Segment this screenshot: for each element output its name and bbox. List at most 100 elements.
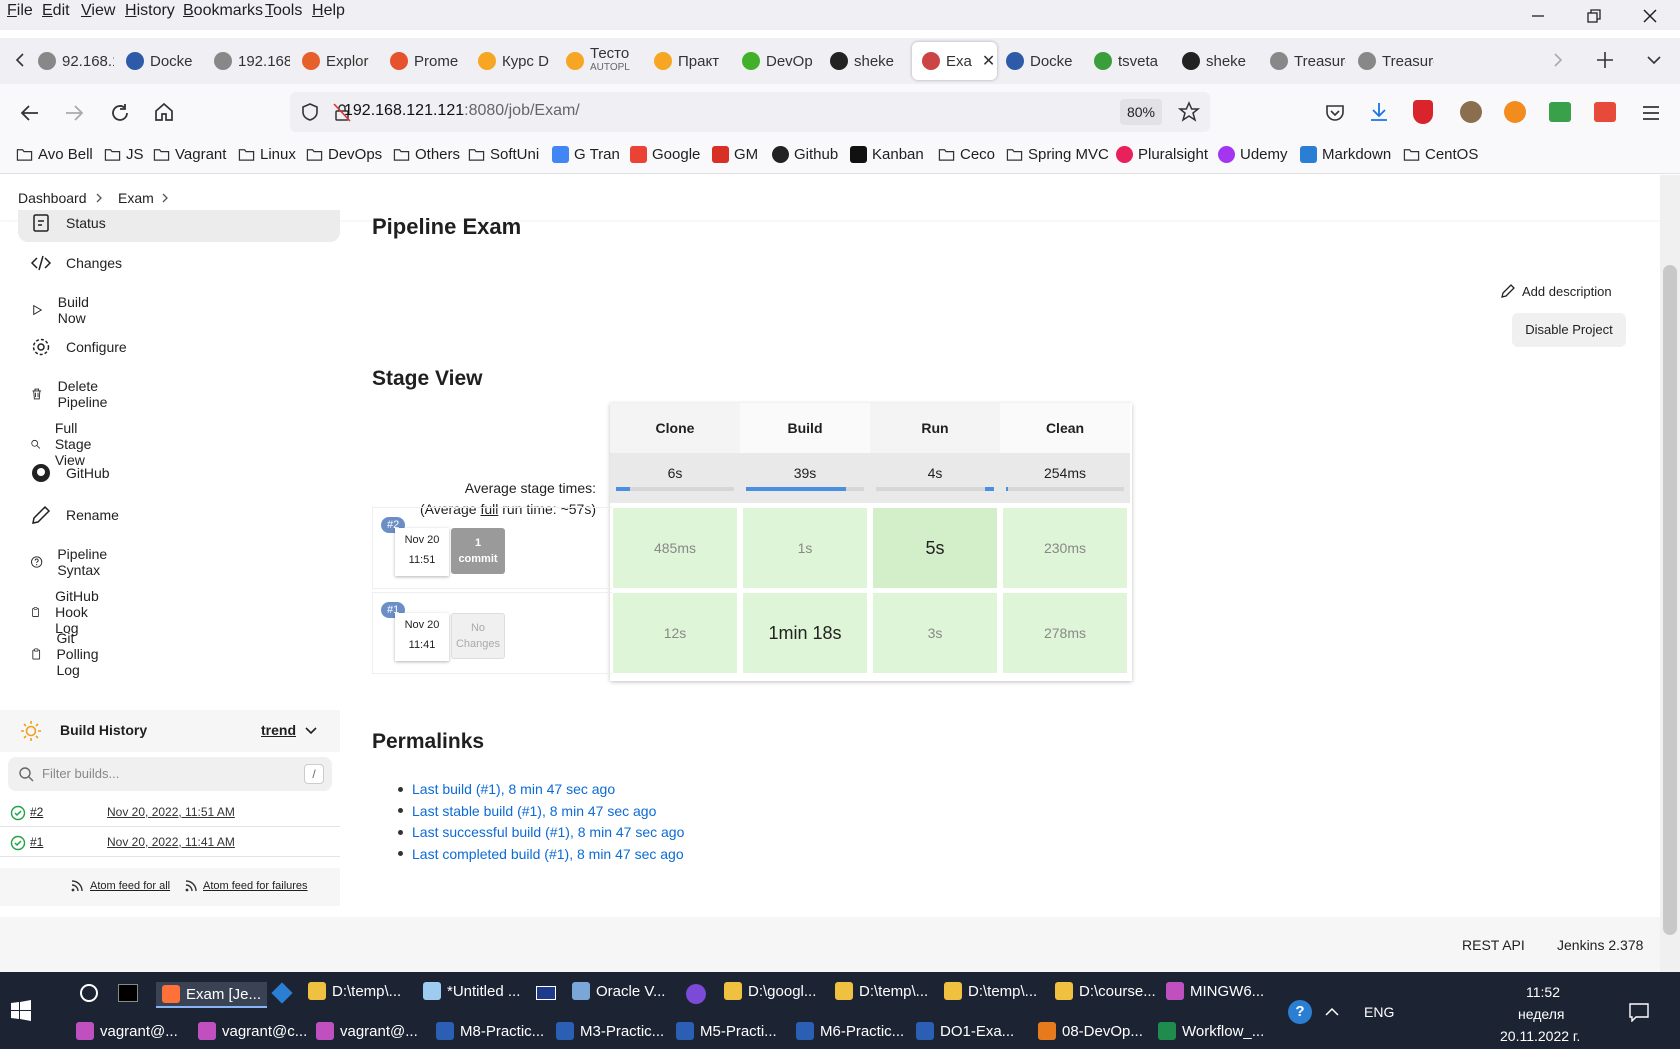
help-tray-icon[interactable]: ? xyxy=(1288,1000,1312,1024)
tabs-scroll-left-icon[interactable] xyxy=(10,50,30,70)
close-tab-icon[interactable]: ✕ xyxy=(982,51,995,71)
stage-cell[interactable]: 1s xyxy=(742,507,868,589)
menu-view[interactable]: View xyxy=(81,2,115,20)
taskbar-app[interactable]: 08-DevOp... xyxy=(1038,1022,1143,1040)
jenkins-version[interactable]: Jenkins 2.378 xyxy=(1557,937,1643,953)
tab[interactable]: Курс D xyxy=(470,42,554,80)
bookmark-pluralsight[interactable]: Pluralsight xyxy=(1116,146,1208,163)
bookmark-centos[interactable]: CentOS xyxy=(1403,146,1478,163)
atom-feed-failures-link[interactable]: Atom feed for failures xyxy=(203,880,308,892)
bookmark-devops[interactable]: DevOps xyxy=(306,146,382,163)
close-icon[interactable] xyxy=(1640,6,1660,26)
url-bar[interactable]: 192.168.121.121:8080/job/Exam/ 80% xyxy=(290,92,1210,132)
downloads-icon[interactable] xyxy=(1368,100,1390,124)
bookmark-kanban[interactable]: Kanban xyxy=(850,146,924,163)
sidebar-item-rename[interactable]: Rename xyxy=(30,504,119,526)
tab[interactable]: sheke xyxy=(1174,42,1258,80)
bookmark-google[interactable]: Google xyxy=(630,146,700,163)
windows-start-icon[interactable] xyxy=(10,1000,32,1022)
tab[interactable]: DevOp xyxy=(734,42,818,80)
stage-cell[interactable]: 12s xyxy=(612,592,738,674)
stage-cell[interactable]: 278ms xyxy=(1002,592,1128,674)
minimize-icon[interactable] xyxy=(1528,6,1548,26)
taskbar-app[interactable]: M3-Practic... xyxy=(556,1022,664,1040)
language-indicator[interactable]: ENG xyxy=(1364,1004,1394,1020)
tab[interactable]: Практ xyxy=(646,42,730,80)
stage-cell[interactable]: 485ms xyxy=(612,507,738,589)
bookmark-markdown[interactable]: Markdown xyxy=(1300,146,1391,163)
sidebar-item-full-stage-view[interactable]: Full Stage View xyxy=(30,420,103,468)
shield-icon[interactable] xyxy=(300,102,320,122)
reload-icon[interactable] xyxy=(108,101,132,125)
taskbar-app[interactable]: Oracle V... xyxy=(572,982,665,1000)
taskbar-app[interactable]: vagrant@c... xyxy=(198,1022,307,1040)
taskbar-app[interactable]: Workflow_... xyxy=(1158,1022,1264,1040)
bookmark-js[interactable]: JS xyxy=(104,146,144,163)
build-number-link[interactable]: #1 xyxy=(30,835,43,849)
taskbar-app[interactable]: M5-Practi... xyxy=(676,1022,777,1040)
tab[interactable]: Тесто AUTOPL xyxy=(558,42,642,80)
rest-api-link[interactable]: REST API xyxy=(1462,937,1525,953)
tab[interactable]: 192.168.15 xyxy=(206,42,290,80)
build-number-link[interactable]: #2 xyxy=(30,805,43,819)
permalink-link[interactable]: Last build (#1), 8 min 47 sec ago xyxy=(412,781,615,797)
vpn-icon[interactable] xyxy=(80,984,98,1002)
disable-project-button[interactable]: Disable Project xyxy=(1512,313,1626,347)
sidebar-item-git-polling-log[interactable]: Git Polling Log xyxy=(30,630,108,678)
github-desktop-icon[interactable] xyxy=(686,984,706,1004)
tab[interactable]: Explor xyxy=(294,42,378,80)
bookmark-ceco[interactable]: Ceco xyxy=(938,146,995,163)
taskbar-app[interactable]: MINGW6... xyxy=(1166,982,1264,1000)
sidebar-item-build-now[interactable]: Build Now xyxy=(30,294,97,326)
taskbar-app[interactable]: D:\course... xyxy=(1055,982,1156,1000)
stage-cell[interactable]: 5s xyxy=(872,507,998,589)
clock-time[interactable]: 11:52 xyxy=(1526,984,1560,1000)
menu-bookmarks[interactable]: Bookmarks xyxy=(183,2,263,20)
build-date-link[interactable]: Nov 20, 2022, 11:51 AM xyxy=(107,805,235,819)
sidebar-item-github-hook-log[interactable]: GitHub Hook Log xyxy=(30,588,110,636)
terminal-icon[interactable] xyxy=(118,984,138,1002)
breadcrumb-exam[interactable]: Exam xyxy=(118,190,154,206)
stage-cell[interactable]: 1min 18s xyxy=(742,592,868,674)
tab[interactable]: 92.168.15 xyxy=(30,42,114,80)
taskbar-app[interactable]: vagrant@... xyxy=(316,1022,418,1040)
filter-builds-field[interactable]: Filter builds... / xyxy=(8,757,332,791)
chevron-right-icon[interactable] xyxy=(160,192,170,204)
tab[interactable]: Prome xyxy=(382,42,466,80)
bookmark-spring-mvc[interactable]: Spring MVC xyxy=(1006,146,1109,163)
new-tab-icon[interactable] xyxy=(1594,49,1616,71)
bookmark-others[interactable]: Others xyxy=(393,146,460,163)
bookmark-g-tran[interactable]: G Tran xyxy=(552,146,620,163)
tab[interactable]: sheke xyxy=(822,42,906,80)
build-date-link[interactable]: Nov 20, 2022, 11:41 AM xyxy=(107,835,235,849)
breadcrumb-dashboard[interactable]: Dashboard xyxy=(18,190,87,206)
permalink-link[interactable]: Last stable build (#1), 8 min 47 sec ago xyxy=(412,803,656,819)
tab[interactable]: Treasure F xyxy=(1262,42,1346,80)
extension-icon[interactable] xyxy=(1594,102,1616,122)
extension-icon[interactable] xyxy=(1504,101,1526,123)
taskbar-app[interactable]: D:\googl... xyxy=(724,982,816,1000)
taskbar-app[interactable]: *Untitled ... xyxy=(423,982,520,1000)
forward-icon[interactable] xyxy=(62,102,86,124)
stage-cell[interactable]: 230ms xyxy=(1002,507,1128,589)
sidebar-item-status[interactable]: Status xyxy=(30,212,106,234)
notifications-icon[interactable] xyxy=(1628,1002,1650,1022)
tab[interactable]: Docke xyxy=(998,42,1082,80)
taskbar-app[interactable]: DO1-Exa... xyxy=(916,1022,1014,1040)
home-icon[interactable] xyxy=(152,100,176,124)
extension-icon[interactable] xyxy=(1460,101,1482,123)
bookmark-github[interactable]: Github xyxy=(772,146,838,163)
bookmark-linux[interactable]: Linux xyxy=(238,146,296,163)
menu-edit[interactable]: Edit xyxy=(42,2,70,20)
permalink-link[interactable]: Last completed build (#1), 8 min 47 sec … xyxy=(412,846,684,862)
run-changes[interactable]: 1 commit xyxy=(451,528,505,574)
taskbar-app[interactable]: Exam [Je... xyxy=(156,982,268,1008)
taskbar-app[interactable]: M8-Practic... xyxy=(436,1022,544,1040)
page-scrollbar[interactable] xyxy=(1660,175,1680,972)
bookmark-softuni[interactable]: SoftUni xyxy=(468,146,539,163)
taskbar-app[interactable]: D:\temp\... xyxy=(835,982,928,1000)
permalink-link[interactable]: Last successful build (#1), 8 min 47 sec… xyxy=(412,824,684,840)
bookmark-gm[interactable]: GM xyxy=(712,146,758,163)
taskbar-app[interactable]: D:\temp\... xyxy=(944,982,1037,1000)
bookmark-star-icon[interactable] xyxy=(1178,101,1200,123)
